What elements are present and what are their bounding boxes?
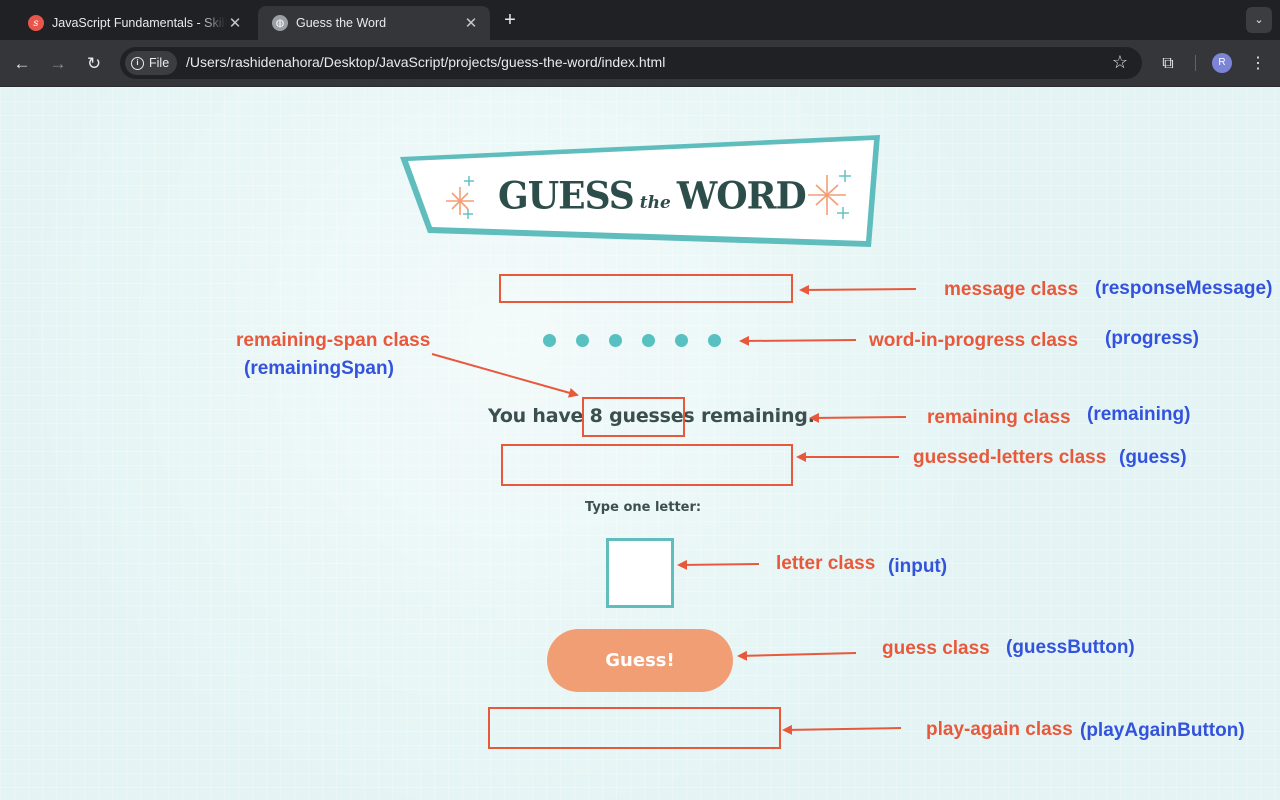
- letter-placeholder-dot: [642, 334, 655, 347]
- guess-button[interactable]: Guess!: [547, 629, 733, 692]
- annotation-play-again-class: play-again class: [926, 719, 1073, 740]
- close-tab-icon[interactable]: ✕: [226, 14, 244, 32]
- tab-strip: s JavaScript Fundamentals - Skillcrush ✕…: [0, 0, 1280, 40]
- annotation-remaining-span-class: remaining-span class: [236, 330, 431, 351]
- letter-placeholder-dot: [675, 334, 688, 347]
- extensions-icon[interactable]: ⧉: [1156, 52, 1180, 76]
- profile-avatar[interactable]: R: [1212, 53, 1232, 73]
- remaining-span-highlight-box: [582, 397, 685, 437]
- tab-search-button[interactable]: ⌄: [1246, 7, 1272, 33]
- tab-title: JavaScript Fundamentals - Skillcrush: [52, 16, 226, 30]
- logo-word-word: WORD: [676, 173, 807, 219]
- toolbar-divider: [1195, 55, 1196, 71]
- annotation-message-class: message class: [944, 279, 1079, 300]
- letter-placeholder-dot: [609, 334, 622, 347]
- annotation-guessed-letters-class: guessed-letters class: [913, 447, 1107, 468]
- logo-word-the: the: [639, 193, 671, 213]
- letter-placeholder-dot: [543, 334, 556, 347]
- annotation-letter-class: letter class: [776, 553, 876, 574]
- annotation-remaining-span-var: (remainingSpan): [244, 358, 394, 379]
- annotation-letter-var: (input): [888, 556, 948, 577]
- menu-kebab-icon[interactable]: ⋮: [1246, 52, 1270, 76]
- reload-button[interactable]: ↻: [82, 52, 106, 76]
- globe-icon: ◍: [272, 15, 288, 31]
- annotation-play-again-var: (playAgainButton): [1080, 720, 1245, 741]
- annotation-word-in-progress-var: (progress): [1105, 328, 1199, 349]
- tab-guess-the-word[interactable]: ◍ Guess the Word ✕: [258, 6, 490, 40]
- annotation-guessed-letters-var: (guess): [1119, 447, 1187, 468]
- site-info-label: File: [149, 56, 170, 70]
- info-icon: i: [131, 56, 144, 70]
- forward-button[interactable]: →: [46, 52, 70, 76]
- tab-javascript-fundamentals[interactable]: s JavaScript Fundamentals - Skillcrush ✕: [14, 6, 254, 40]
- annotation-remaining-class: remaining class: [927, 407, 1071, 428]
- letter-prompt-label: Type one letter:: [585, 500, 702, 515]
- word-in-progress: [543, 333, 723, 349]
- annotation-word-in-progress-class: word-in-progress class: [869, 330, 1079, 351]
- tab-title: Guess the Word: [296, 16, 387, 30]
- logo-title: GUESS the WORD: [498, 173, 807, 219]
- logo-word-guess: GUESS: [498, 173, 635, 219]
- back-button[interactable]: ←: [10, 52, 34, 76]
- bookmark-star-icon[interactable]: ☆: [1112, 52, 1128, 73]
- close-tab-icon[interactable]: ✕: [462, 14, 480, 32]
- annotation-guess-var: (guessButton): [1006, 637, 1135, 658]
- message-box: [499, 274, 793, 303]
- letter-placeholder-dot: [708, 334, 721, 347]
- guessed-letters-box: [501, 444, 793, 486]
- play-again-box: [488, 707, 781, 749]
- skillcrush-icon: s: [28, 15, 44, 31]
- letter-placeholder-dot: [576, 334, 589, 347]
- annotation-remaining-var: (remaining): [1087, 404, 1191, 425]
- address-bar[interactable]: i File /Users/rashidenahora/Desktop/Java…: [120, 47, 1142, 79]
- browser-toolbar: ← → ↻ i File /Users/rashidenahora/Deskto…: [0, 40, 1280, 87]
- url-text[interactable]: /Users/rashidenahora/Desktop/JavaScript/…: [186, 54, 665, 70]
- annotation-message-var: (responseMessage): [1095, 278, 1273, 299]
- annotation-guess-class: guess class: [882, 638, 990, 659]
- new-tab-button[interactable]: +: [500, 8, 520, 32]
- remaining-suffix: remaining.: [694, 405, 815, 427]
- remaining-prefix: You have: [488, 405, 590, 427]
- site-info-chip[interactable]: i File: [125, 51, 178, 75]
- letter-input[interactable]: [606, 538, 674, 608]
